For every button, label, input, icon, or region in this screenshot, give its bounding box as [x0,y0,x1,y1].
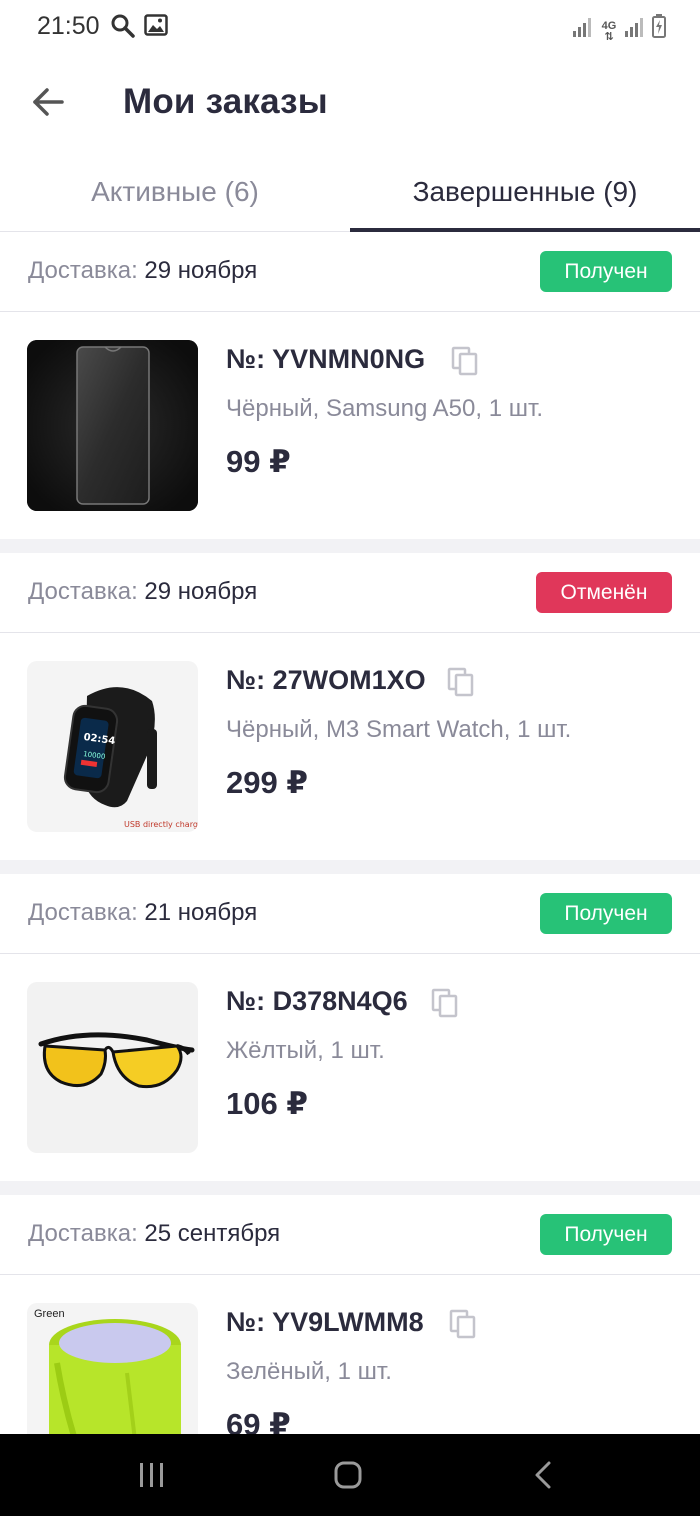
order-description: Чёрный, Samsung A50, 1 шт. [226,395,543,422]
separator [0,1181,700,1195]
order-price: 106 ₽ [226,1086,308,1121]
delivery-date: 25 сентября [144,1220,281,1247]
page-title: Мои заказы [123,82,328,121]
delivery-row: Доставка: 21 ноября Получен [0,874,700,954]
product-image-screen-protector[interactable] [27,340,198,511]
delivery-row: Доставка: 29 ноября Получен [0,232,700,312]
order-number: №: D378N4Q6 [226,986,408,1016]
order-description: Жёлтый, 1 шт. [226,1037,385,1064]
delivery-date: 29 ноября [144,578,258,605]
order-card[interactable]: Доставка: 21 ноября Получен №: D378N4Q6 … [0,874,700,1181]
status-badge: Отменён [536,572,672,613]
order-tabs: Активные (6) Завершенные (9) [0,152,700,232]
system-nav-bar [0,1434,700,1516]
order-description: Чёрный, M3 Smart Watch, 1 шт. [226,716,572,743]
delivery-date: 29 ноября [144,257,258,284]
separator [0,860,700,874]
recents-icon [140,1463,163,1487]
product-image-sunglasses[interactable] [27,982,198,1153]
status-badge: Получен [540,251,672,292]
back-arrow-icon [33,88,64,116]
app-bar: Мои заказы [0,56,700,152]
battery-icon [652,14,666,43]
delivery-label: Доставка: [28,1220,138,1247]
order-price: 299 ₽ [226,765,308,800]
delivery-label: Доставка: [28,899,138,926]
home-button[interactable] [318,1454,378,1496]
order-description: Зелёный, 1 шт. [226,1358,392,1385]
image-caption: Green [34,1308,65,1320]
signal-icon [572,16,594,43]
tab-active-orders[interactable]: Активные (6) [0,152,350,232]
status-time: 21:50 [37,12,100,40]
delivery-label: Доставка: [28,257,138,284]
search-icon [110,13,136,44]
tab-completed-orders[interactable]: Завершенные (9) [350,152,700,232]
orders-list: Доставка: 29 ноября Получен №: YVNMN0NG … [0,232,700,1502]
delivery-info: Доставка: 25 сентября [28,1220,280,1248]
order-number: №: YVNMN0NG [226,344,426,374]
gallery-icon [144,13,168,42]
network-type-icon: 4G ⇅ [601,20,617,43]
order-card[interactable]: Доставка: 29 ноября Отменён 02:54 10000 … [0,553,700,860]
nav-back-button[interactable] [514,1454,574,1496]
separator [0,539,700,553]
copy-icon[interactable] [430,987,460,1019]
order-price: 99 ₽ [226,444,291,479]
recents-button[interactable] [122,1454,182,1496]
delivery-label: Доставка: [28,578,138,605]
order-card[interactable]: Доставка: 29 ноября Получен №: YVNMN0NG … [0,232,700,539]
delivery-row: Доставка: 25 сентября Получен [0,1195,700,1275]
back-button[interactable] [24,78,72,126]
signal-icon [624,16,646,43]
nav-back-icon [535,1461,551,1489]
image-caption: USB directly charging [124,820,198,829]
order-number: №: YV9LWMM8 [226,1307,424,1337]
delivery-date: 21 ноября [144,899,258,926]
copy-icon[interactable] [450,345,480,377]
delivery-info: Доставка: 21 ноября [28,899,257,927]
home-icon [334,1461,362,1489]
status-badge: Получен [540,1214,672,1255]
delivery-info: Доставка: 29 ноября [28,578,257,606]
product-image-smart-watch[interactable]: 02:54 10000 USB directly charging [27,661,198,832]
copy-icon[interactable] [448,1308,478,1340]
network-type-label: 4G [601,20,617,32]
status-bar: 21:50 4G ⇅ [0,0,700,56]
delivery-row: Доставка: 29 ноября Отменён [0,553,700,633]
status-badge: Получен [540,893,672,934]
order-number: №: 27WOM1XO [226,665,426,695]
copy-icon[interactable] [446,666,476,698]
delivery-info: Доставка: 29 ноября [28,257,257,285]
